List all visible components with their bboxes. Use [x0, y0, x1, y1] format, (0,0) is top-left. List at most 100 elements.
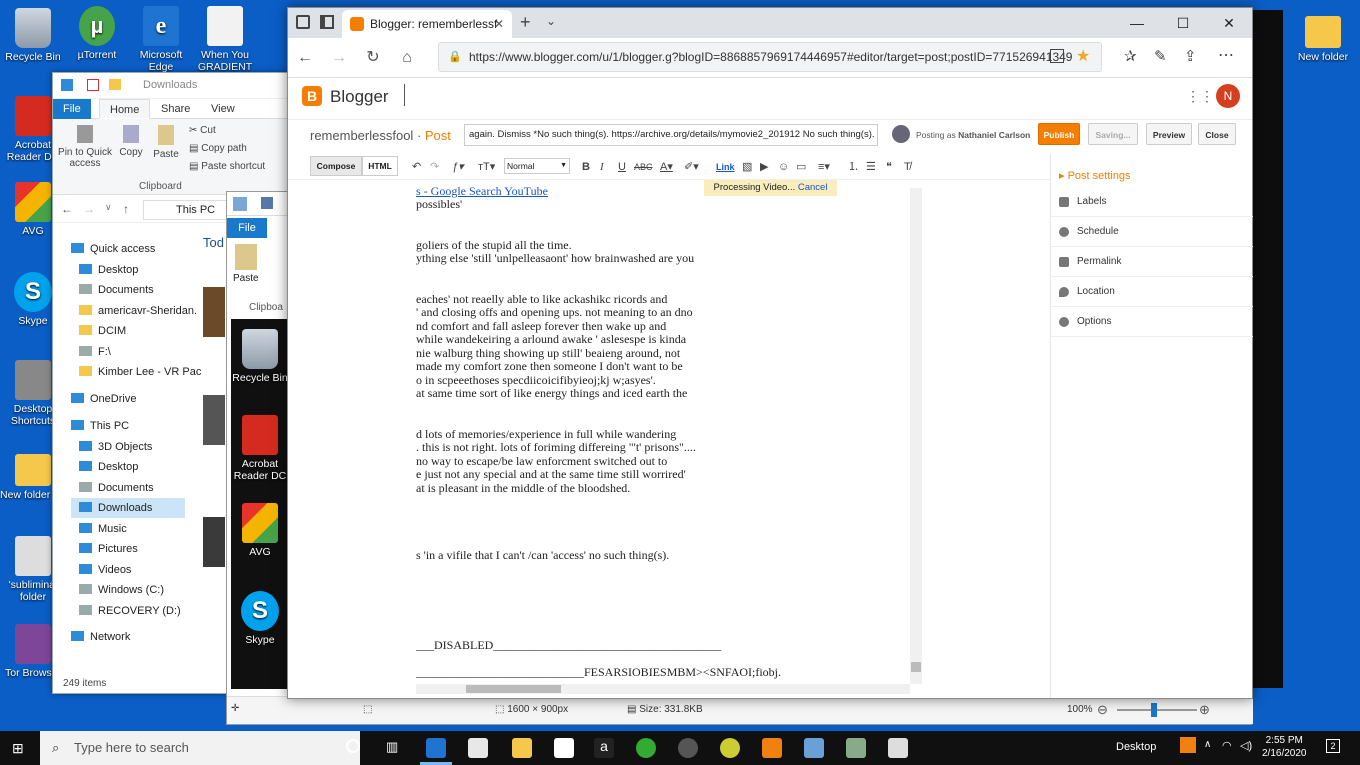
store-icon[interactable]: [468, 738, 488, 758]
image-icon[interactable]: ▧: [742, 159, 752, 175]
camera-app-icon[interactable]: [678, 738, 698, 758]
browser-tab[interactable]: Blogger: rememberlessf ✕: [342, 10, 512, 38]
file-explorer-icon[interactable]: [512, 738, 532, 758]
numbered-list-icon[interactable]: ⒈: [848, 159, 859, 175]
tree-item[interactable]: DCIM: [79, 321, 126, 341]
chevron-up-icon[interactable]: ∧: [1204, 739, 1211, 750]
refresh-icon[interactable]: ↻: [362, 48, 384, 68]
bold-button[interactable]: B: [582, 159, 590, 175]
desktop-icon-gradient[interactable]: When You GRADIENT: [192, 6, 258, 73]
align-icon[interactable]: ≡▾: [818, 159, 830, 175]
move-icon[interactable]: ✛: [231, 703, 239, 714]
tree-item[interactable]: Documents: [79, 478, 154, 498]
tree-item[interactable]: Videos: [79, 560, 131, 580]
zoom-slider-thumb[interactable]: [1151, 703, 1157, 717]
tree-item[interactable]: Kimber Lee - VR Pac: [79, 362, 201, 382]
tree-item[interactable]: americavr-Sheridan.: [79, 301, 197, 321]
volume-icon[interactable]: ◁): [1240, 739, 1252, 752]
redo-icon[interactable]: ↷: [430, 159, 439, 175]
tree-item[interactable]: RECOVERY (D:): [79, 601, 181, 621]
italic-button[interactable]: I: [600, 159, 604, 175]
strikethrough-button[interactable]: ABC: [634, 159, 653, 175]
chevron-down-icon[interactable]: ⌄: [546, 14, 556, 28]
zoom-in-button[interactable]: ⊕: [1199, 702, 1210, 718]
settings-permalink[interactable]: Permalink: [1051, 247, 1253, 277]
vlc-icon[interactable]: [762, 738, 782, 758]
tabs-aside-icon[interactable]: [296, 15, 310, 29]
close-button[interactable]: ✕: [1206, 8, 1252, 38]
publish-button[interactable]: Publish: [1038, 123, 1080, 145]
link-button[interactable]: Link: [716, 159, 735, 175]
photos-icon[interactable]: [804, 738, 824, 758]
cortana-icon[interactable]: [346, 739, 360, 753]
tree-downloads[interactable]: Downloads: [71, 498, 185, 518]
set-tabs-aside-icon[interactable]: [320, 15, 334, 29]
tab-home[interactable]: Home: [99, 99, 151, 119]
desktop-icon-edge[interactable]: e Microsoft Edge: [128, 6, 194, 73]
post-editor[interactable]: s - Google Search YouTube possibles' gol…: [288, 184, 922, 682]
text-color-button[interactable]: A▾: [660, 159, 673, 175]
desktop-icon-recycle-bin[interactable]: Recycle Bin: [0, 8, 66, 63]
save-button[interactable]: Saving...: [1088, 123, 1138, 145]
paste-button[interactable]: Paste: [233, 244, 259, 284]
desktop-icon-new-folder[interactable]: New folder: [1290, 10, 1356, 63]
tree-network[interactable]: Network: [71, 627, 130, 647]
reading-view-icon[interactable]: [1050, 49, 1064, 63]
zoom-slider[interactable]: [1117, 709, 1197, 711]
tab-file[interactable]: File: [53, 99, 91, 119]
tree-item[interactable]: Desktop: [79, 260, 138, 280]
tree-item[interactable]: Windows (C:): [79, 580, 164, 600]
format-select[interactable]: Normal ▼: [504, 158, 570, 174]
undo-icon[interactable]: ↶: [412, 159, 421, 175]
forward-icon[interactable]: →: [83, 202, 95, 216]
cancel-link[interactable]: Cancel: [798, 182, 828, 193]
thumbnail[interactable]: [203, 395, 225, 445]
paste-button[interactable]: Paste: [149, 125, 183, 160]
tree-item[interactable]: F:\: [79, 342, 111, 362]
media-icon[interactable]: [720, 738, 740, 758]
favorite-star-icon[interactable]: ★: [1076, 46, 1090, 66]
maximize-button[interactable]: ☐: [1160, 8, 1206, 38]
notes-icon[interactable]: ✎: [1154, 47, 1167, 65]
chevron-down-icon[interactable]: ∨: [105, 202, 112, 213]
horizontal-scrollbar[interactable]: [416, 684, 910, 694]
action-center-icon[interactable]: 2: [1326, 739, 1340, 753]
tree-item[interactable]: Pictures: [79, 539, 138, 559]
windows-start-icon[interactable]: ⊞: [12, 740, 24, 757]
task-view-icon[interactable]: ▥: [386, 739, 398, 755]
tab-view[interactable]: View: [201, 99, 245, 119]
favorites-icon[interactable]: ✰: [1124, 47, 1137, 65]
settings-location[interactable]: Location: [1051, 277, 1253, 307]
scrollbar-thumb[interactable]: [466, 685, 561, 693]
post-title-input[interactable]: again. Dismiss *No such thing(s). https:…: [464, 124, 878, 146]
desktop-toolbar[interactable]: Desktop: [1116, 741, 1156, 753]
notification-app-icon[interactable]: [1180, 737, 1196, 753]
forward-icon[interactable]: →: [328, 48, 350, 68]
paint-icon[interactable]: [846, 738, 866, 758]
tab-file[interactable]: File: [227, 218, 267, 238]
quote-icon[interactable]: ❝: [886, 159, 892, 175]
apps-grid-icon[interactable]: ⋮⋮: [1186, 88, 1214, 105]
folder-icon[interactable]: [109, 79, 121, 90]
font-size-button[interactable]: ᴛT▾: [478, 159, 495, 175]
tree-item[interactable]: Music: [79, 519, 127, 539]
close-tab-icon[interactable]: ✕: [494, 10, 504, 38]
jump-break-icon[interactable]: ▭: [796, 159, 806, 175]
paste-shortcut-button[interactable]: ▤ Paste shortcut: [189, 161, 265, 172]
edge-taskbar-icon[interactable]: [426, 738, 446, 758]
tree-item[interactable]: Desktop: [79, 457, 138, 477]
desktop-icon-utorrent[interactable]: µ µTorrent: [64, 6, 130, 61]
back-icon[interactable]: ←: [61, 202, 73, 216]
emoji-icon[interactable]: ☺: [778, 159, 789, 175]
scrollbar-thumb[interactable]: [911, 662, 921, 672]
camera-icon[interactable]: [888, 738, 908, 758]
tree-this-pc[interactable]: This PC: [71, 416, 129, 436]
html-mode-button[interactable]: HTML: [362, 156, 398, 176]
settings-options[interactable]: Options: [1051, 307, 1253, 337]
tree-item[interactable]: Documents: [79, 280, 154, 300]
zoom-out-button[interactable]: ⊖: [1097, 702, 1108, 718]
remove-format-icon[interactable]: T̸: [904, 159, 911, 175]
vertical-scrollbar[interactable]: [910, 188, 922, 684]
highlight-button[interactable]: ✐▾: [684, 159, 699, 175]
tripadvisor-icon[interactable]: [636, 738, 656, 758]
